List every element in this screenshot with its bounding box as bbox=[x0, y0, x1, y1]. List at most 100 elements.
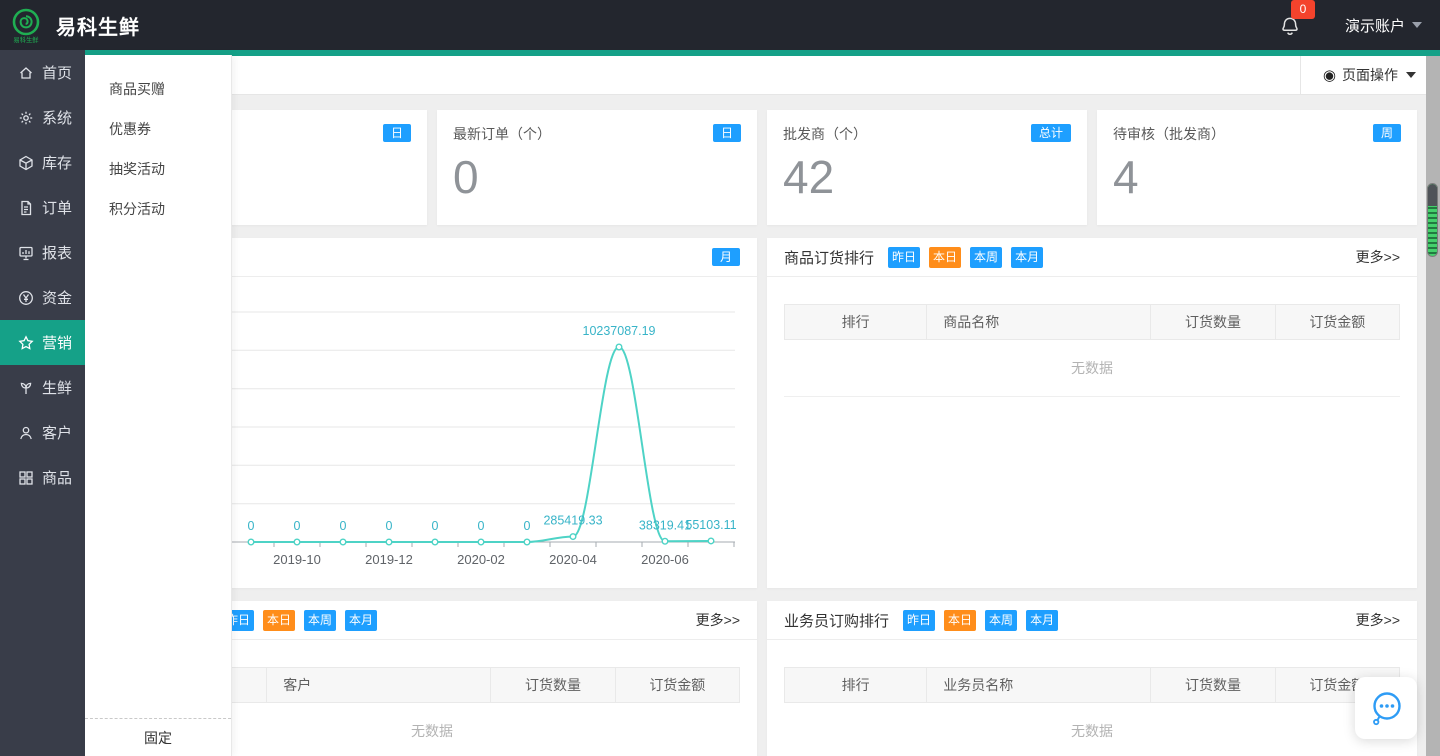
sidebar-item-label: 生鲜 bbox=[42, 377, 72, 398]
stat-card: 最新订单（个） 日 0 bbox=[437, 110, 757, 225]
table-header-cell: 排行 bbox=[785, 305, 926, 339]
gear-icon bbox=[18, 110, 34, 126]
period-filter-badge[interactable]: 本日 bbox=[944, 610, 976, 631]
chevron-down-icon bbox=[1412, 22, 1422, 28]
period-badge: 总计 bbox=[1031, 124, 1071, 142]
period-filter-badge[interactable]: 本周 bbox=[970, 247, 1002, 268]
account-menu[interactable]: 演示账户 bbox=[1345, 15, 1422, 36]
period-filter-badge[interactable]: 本月 bbox=[1011, 247, 1043, 268]
sidebar-item-label: 营销 bbox=[42, 332, 72, 353]
period-filter-badge[interactable]: 本日 bbox=[263, 610, 295, 631]
sidebar-item-inventory[interactable]: 库存 bbox=[0, 140, 85, 185]
sidebar-item-label: 订单 bbox=[42, 197, 72, 218]
sidebar-item-label: 系统 bbox=[42, 107, 72, 128]
svg-text:0: 0 bbox=[248, 519, 255, 533]
stat-card: 批发商（个） 总计 42 bbox=[767, 110, 1087, 225]
submenu-item-product-gift[interactable]: 商品买赠 bbox=[85, 69, 231, 109]
app-root: 易科生鲜 易科生鲜 0 演示账户 首页系统库存订单报表资金营销生鲜客户商品 ◉ … bbox=[0, 0, 1440, 756]
sidebar-item-system[interactable]: 系统 bbox=[0, 95, 85, 140]
sidebar-item-label: 资金 bbox=[42, 287, 72, 308]
svg-text:2020-02: 2020-02 bbox=[457, 552, 505, 567]
doc-icon bbox=[18, 200, 34, 216]
home-icon bbox=[18, 65, 34, 81]
product-ranking-card: 商品订货排行 昨日本日本周本月 更多>> 排行商品名称订货数量订货金额 无数据 bbox=[767, 238, 1417, 588]
period-filter-badge[interactable]: 本日 bbox=[929, 247, 961, 268]
sidebar-item-orders[interactable]: 订单 bbox=[0, 185, 85, 230]
account-name: 演示账户 bbox=[1345, 15, 1405, 36]
period-badge: 月 bbox=[712, 248, 740, 266]
leaf-icon bbox=[18, 380, 34, 396]
svg-text:0: 0 bbox=[294, 519, 301, 533]
table-header-cell: 商品名称 bbox=[926, 305, 1150, 339]
sidebar-item-label: 报表 bbox=[42, 242, 72, 263]
notifications-button[interactable]: 0 bbox=[1273, 8, 1307, 42]
table-header-cell: 订货数量 bbox=[1150, 305, 1274, 339]
scrollbar-thumb[interactable] bbox=[1427, 183, 1438, 257]
stat-card-value: 42 bbox=[783, 152, 1071, 203]
salesman-ranking-card: 业务员订购排行 昨日本日本周本月 更多>> 排行业务员名称订货数量订货金额 无数… bbox=[767, 601, 1417, 756]
sidebar: 首页系统库存订单报表资金营销生鲜客户商品 bbox=[0, 50, 85, 756]
table-header-cell: 订货金额 bbox=[1275, 305, 1399, 339]
star-icon bbox=[18, 335, 34, 351]
flyout-pin-button[interactable]: 固定 bbox=[85, 718, 231, 756]
sidebar-item-reports[interactable]: 报表 bbox=[0, 230, 85, 275]
sidebar-item-goods[interactable]: 商品 bbox=[0, 455, 85, 500]
report-icon bbox=[18, 245, 34, 261]
page-actions-button[interactable]: ◉ 页面操作 bbox=[1300, 56, 1426, 94]
person-icon bbox=[18, 425, 34, 441]
sidebar-item-label: 库存 bbox=[42, 152, 72, 173]
svg-text:38319.41: 38319.41 bbox=[639, 518, 691, 532]
period-badge: 周 bbox=[1373, 124, 1401, 142]
top-header: 易科生鲜 易科生鲜 0 演示账户 bbox=[0, 0, 1440, 50]
period-filter-badge[interactable]: 本月 bbox=[345, 610, 377, 631]
period-filter-badge[interactable]: 昨日 bbox=[888, 247, 920, 268]
empty-state-text: 无数据 bbox=[1071, 721, 1113, 741]
stat-card-title: 待审核（批发商） bbox=[1113, 124, 1225, 144]
submenu-item-lottery[interactable]: 抽奖活动 bbox=[85, 149, 231, 189]
table-header-cell: 订货金额 bbox=[615, 668, 739, 702]
stat-card-title: 最新订单（个） bbox=[453, 124, 551, 144]
scrollbar-track[interactable] bbox=[1426, 56, 1440, 756]
marketing-submenu: 商品买赠优惠券抽奖活动积分活动 固定 bbox=[85, 55, 232, 756]
svg-text:55103.11: 55103.11 bbox=[685, 518, 736, 532]
more-link[interactable]: 更多>> bbox=[1356, 247, 1400, 267]
app-logo: 易科生鲜 bbox=[0, 0, 52, 50]
sidebar-item-fresh[interactable]: 生鲜 bbox=[0, 365, 85, 410]
svg-text:2020-06: 2020-06 bbox=[641, 552, 689, 567]
period-filter-badge[interactable]: 本周 bbox=[985, 610, 1017, 631]
empty-state-text: 无数据 bbox=[411, 721, 453, 741]
table-header-cell: 排行 bbox=[785, 668, 926, 702]
table-header-cell: 订货数量 bbox=[490, 668, 614, 702]
table-header-cell: 业务员名称 bbox=[926, 668, 1150, 702]
svg-text:2020-04: 2020-04 bbox=[549, 552, 597, 567]
money-icon bbox=[18, 290, 34, 306]
sidebar-item-marketing[interactable]: 营销 bbox=[0, 320, 85, 365]
period-filter-badge[interactable]: 本月 bbox=[1026, 610, 1058, 631]
stat-card-value: 4 bbox=[1113, 152, 1401, 203]
ranking-table: 排行业务员名称订货数量订货金额 无数据 bbox=[784, 667, 1400, 756]
sidebar-item-home[interactable]: 首页 bbox=[0, 50, 85, 95]
svg-text:2019-10: 2019-10 bbox=[273, 552, 321, 567]
logo-icon bbox=[12, 8, 40, 36]
chat-button[interactable] bbox=[1355, 677, 1417, 739]
svg-text:0: 0 bbox=[524, 519, 531, 533]
submenu-item-coupon[interactable]: 优惠券 bbox=[85, 109, 231, 149]
svg-text:0: 0 bbox=[340, 519, 347, 533]
svg-text:0: 0 bbox=[386, 519, 393, 533]
section-title: 商品订货排行 bbox=[784, 247, 874, 268]
period-filter-badge[interactable]: 昨日 bbox=[903, 610, 935, 631]
period-filter-badge[interactable]: 本周 bbox=[304, 610, 336, 631]
period-badge: 日 bbox=[713, 124, 741, 142]
sidebar-item-label: 客户 bbox=[42, 422, 72, 443]
sidebar-item-label: 商品 bbox=[42, 467, 72, 488]
stat-card: 待审核（批发商） 周 4 bbox=[1097, 110, 1417, 225]
svg-text:0: 0 bbox=[432, 519, 439, 533]
svg-text:0: 0 bbox=[478, 519, 485, 533]
more-link[interactable]: 更多>> bbox=[1356, 610, 1400, 630]
period-badge: 日 bbox=[383, 124, 411, 142]
sidebar-item-customers[interactable]: 客户 bbox=[0, 410, 85, 455]
sidebar-item-funds[interactable]: 资金 bbox=[0, 275, 85, 320]
more-link[interactable]: 更多>> bbox=[696, 610, 740, 630]
logo-subtext: 易科生鲜 bbox=[13, 37, 38, 43]
submenu-item-points[interactable]: 积分活动 bbox=[85, 189, 231, 229]
